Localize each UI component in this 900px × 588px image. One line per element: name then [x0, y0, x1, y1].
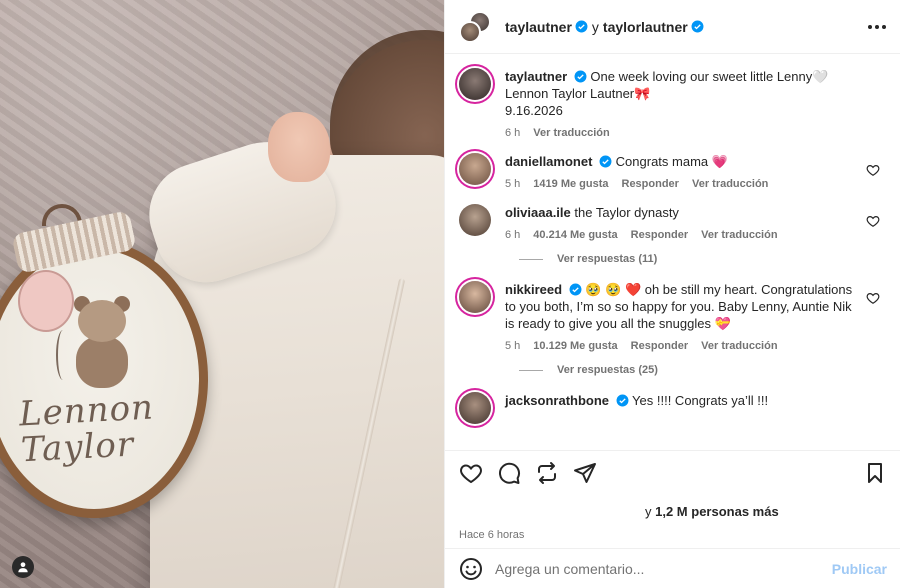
post-timestamp: Hace 6 horas: [459, 529, 525, 541]
teddy-bear-embroidery: [70, 296, 134, 388]
translate-link[interactable]: Ver traducción: [692, 178, 768, 190]
baby-hand: [268, 112, 330, 182]
comment-text: Yes !!!! Congrats ya’ll !!!: [632, 393, 769, 408]
like-heart-icon[interactable]: [459, 461, 483, 485]
comment-text: Congrats mama 💗: [615, 154, 728, 169]
comment-item: oliviaaa.ile the Taylor dynasty 6 h 40.2…: [459, 204, 884, 241]
balloon-embroidery: [18, 270, 74, 332]
header-username-2[interactable]: taylorlautner: [603, 19, 688, 35]
comments-list: taylautner One week loving our sweet lit…: [445, 54, 900, 450]
comment-text: the Taylor dynasty: [574, 205, 679, 220]
replies-divider: [519, 258, 543, 260]
comment-input[interactable]: [495, 560, 832, 577]
collab-usernames: taylautner y taylorlautner: [505, 19, 704, 35]
comment-username[interactable]: jacksonrathbone: [505, 393, 609, 408]
caption-username[interactable]: taylautner: [505, 69, 567, 84]
post-actions: y 1,2 M personas más Hace 6 horas: [445, 450, 900, 544]
caption-line-1: One week loving our sweet little Lenny🤍: [590, 69, 829, 84]
collab-avatars[interactable]: [459, 10, 493, 43]
share-paper-plane-icon[interactable]: [573, 461, 597, 485]
verified-badge-icon: [569, 283, 582, 296]
comment-bubble-icon[interactable]: [497, 461, 521, 485]
avatar: [459, 20, 481, 43]
balloon-string: [56, 330, 70, 380]
post-viewer: Lennon Taylor taylautner y taylorlautner: [0, 0, 900, 588]
translate-link[interactable]: Ver traducción: [533, 127, 609, 139]
likes-count[interactable]: 1,2 M personas más: [655, 504, 779, 519]
verified-badge-icon: [691, 20, 704, 33]
verified-badge-icon: [575, 20, 588, 33]
view-replies-button[interactable]: Ver respuestas (11): [519, 253, 884, 265]
like-comment-heart-icon[interactable]: [866, 291, 880, 305]
like-comment-heart-icon[interactable]: [866, 214, 880, 228]
verified-badge-icon: [574, 70, 587, 83]
comment-item: jacksonrathbone Yes !!!! Congrats ya’ll …: [459, 392, 884, 424]
comment-username[interactable]: oliviaaa.ile: [505, 205, 571, 220]
comment-item: daniellamonet Congrats mama 💗 5 h 1419 M…: [459, 153, 884, 190]
avatar[interactable]: [459, 68, 491, 100]
comment-time[interactable]: 6 h: [505, 229, 520, 241]
repost-icon[interactable]: [535, 461, 559, 485]
comment-username[interactable]: daniellamonet: [505, 154, 592, 169]
translate-link[interactable]: Ver traducción: [701, 229, 777, 241]
post-panel: taylautner y taylorlautner taylautner On…: [444, 0, 900, 588]
reply-button[interactable]: Responder: [631, 340, 688, 352]
likes-summary[interactable]: y 1,2 M personas más: [459, 504, 887, 519]
header-username-1[interactable]: taylautner: [505, 19, 572, 35]
publish-button[interactable]: Publicar: [832, 561, 887, 577]
comment-time[interactable]: 5 h: [505, 340, 520, 352]
avatar[interactable]: [459, 281, 491, 313]
view-replies-label: Ver respuestas (25): [557, 364, 658, 376]
translate-link[interactable]: Ver traducción: [701, 340, 777, 352]
comment-likes[interactable]: 10.129 Me gusta: [533, 340, 617, 352]
view-replies-label: Ver respuestas (11): [557, 253, 658, 265]
reply-button[interactable]: Responder: [631, 229, 688, 241]
embroidered-name: Lennon Taylor: [18, 387, 192, 470]
likes-prefix: y: [645, 504, 652, 519]
header-conjunction: y: [591, 18, 599, 35]
comment-likes[interactable]: 1419 Me gusta: [533, 178, 608, 190]
avatar[interactable]: [459, 204, 491, 236]
post-header: taylautner y taylorlautner: [445, 0, 900, 54]
caption: taylautner One week loving our sweet lit…: [459, 68, 884, 139]
view-replies-button[interactable]: Ver respuestas (25): [519, 364, 884, 376]
replies-divider: [519, 369, 543, 371]
more-options-icon[interactable]: [868, 19, 886, 35]
caption-line-3: 9.16.2026: [505, 103, 563, 118]
add-comment-bar: Publicar: [445, 548, 900, 588]
reply-button[interactable]: Responder: [622, 178, 679, 190]
avatar[interactable]: [459, 153, 491, 185]
comment-likes[interactable]: 40.214 Me gusta: [533, 229, 617, 241]
caption-line-2: Lennon Taylor Lautner🎀: [505, 86, 651, 101]
like-comment-heart-icon[interactable]: [866, 163, 880, 177]
tagged-users-icon[interactable]: [12, 556, 34, 578]
comment-username[interactable]: nikkireed: [505, 282, 562, 297]
avatar[interactable]: [459, 392, 491, 424]
caption-time[interactable]: 6 h: [505, 127, 520, 139]
save-bookmark-icon[interactable]: [863, 461, 887, 485]
emoji-picker-icon[interactable]: [459, 557, 483, 581]
post-photo[interactable]: Lennon Taylor: [0, 0, 444, 588]
comment-item: nikkireed 🥹 🥹 ❤️ oh be still my heart. C…: [459, 281, 884, 352]
verified-badge-icon: [616, 394, 629, 407]
verified-badge-icon: [599, 155, 612, 168]
comment-time[interactable]: 5 h: [505, 178, 520, 190]
